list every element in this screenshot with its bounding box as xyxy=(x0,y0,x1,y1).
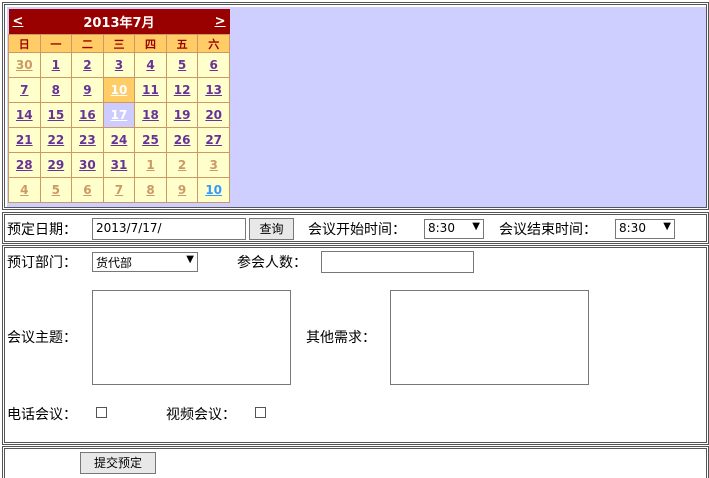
start-time-label: 会议开始时间： xyxy=(308,222,406,238)
calendar-day[interactable]: 5 xyxy=(52,183,60,197)
end-time-label: 会议结束时间： xyxy=(499,222,597,238)
calendar-day[interactable]: 25 xyxy=(142,133,159,147)
submit-panel: 提交预定 xyxy=(2,446,709,478)
calendar-day[interactable]: 28 xyxy=(16,158,33,172)
end-time-select[interactable]: 8:30 ▼ xyxy=(615,219,675,239)
calendar-day[interactable]: 9 xyxy=(83,83,91,97)
calendar-week: 14 15 16 17 18 19 20 xyxy=(8,102,230,128)
calendar-day[interactable]: 26 xyxy=(174,133,191,147)
calendar-day[interactable]: 2 xyxy=(83,58,91,72)
calendar-day[interactable]: 30 xyxy=(79,158,96,172)
calendar-day[interactable]: 22 xyxy=(47,133,64,147)
booking-time-panel: 预定日期： 2013/7/17/ 查询 会议开始时间： 8:30 ▼ 会议结束时间… xyxy=(2,212,709,244)
weekday-label: 五 xyxy=(165,34,199,53)
chevron-down-icon: ▼ xyxy=(663,221,671,232)
chevron-down-icon: ▼ xyxy=(186,254,194,265)
weekday-label: 日 xyxy=(8,34,41,53)
calendar-day[interactable]: 30 xyxy=(16,58,33,72)
calendar-day[interactable]: 7 xyxy=(20,83,28,97)
calendar-day[interactable]: 13 xyxy=(205,83,222,97)
start-time-select[interactable]: 8:30 ▼ xyxy=(424,219,484,239)
calendar-day[interactable]: 18 xyxy=(142,108,159,122)
weekday-label: 四 xyxy=(134,34,167,53)
weekday-row: 日 一 二 三 四 五 六 xyxy=(8,34,230,53)
calendar-day[interactable]: 19 xyxy=(174,108,191,122)
calendar-day[interactable]: 23 xyxy=(79,133,96,147)
calendar-day[interactable]: 12 xyxy=(174,83,191,97)
attendees-input[interactable] xyxy=(321,251,474,273)
other-needs-label: 其他需求： xyxy=(306,330,376,346)
calendar-day[interactable]: 27 xyxy=(205,133,222,147)
calendar-day[interactable]: 24 xyxy=(111,133,128,147)
next-month-link[interactable]: > xyxy=(215,14,226,29)
calendar: < 2013年7月 > 日 一 二 三 四 五 六 30 1 2 3 4 5 6… xyxy=(8,9,230,203)
topic-label: 会议主题： xyxy=(7,330,77,346)
calendar-day[interactable]: 3 xyxy=(210,158,218,172)
calendar-header: < 2013年7月 > xyxy=(8,9,230,35)
calendar-day[interactable]: 6 xyxy=(210,58,218,72)
calendar-day[interactable]: 8 xyxy=(146,183,154,197)
calendar-day-today[interactable]: 10 xyxy=(111,83,128,97)
video-conference-label: 视频会议： xyxy=(166,407,236,423)
calendar-day[interactable]: 1 xyxy=(146,158,154,172)
calendar-week: 7 8 9 10 11 12 13 xyxy=(8,77,230,103)
calendar-week: 28 29 30 31 1 2 3 xyxy=(8,152,230,178)
calendar-day[interactable]: 6 xyxy=(83,183,91,197)
calendar-title: 2013年7月 xyxy=(40,9,198,35)
calendar-panel: < 2013年7月 > 日 一 二 三 四 五 六 30 1 2 3 4 5 6… xyxy=(2,2,709,210)
phone-conference-checkbox[interactable] xyxy=(96,407,107,418)
chevron-down-icon: ▼ xyxy=(472,221,480,232)
query-button[interactable]: 查询 xyxy=(249,218,294,240)
calendar-day[interactable]: 15 xyxy=(47,108,64,122)
calendar-day[interactable]: 5 xyxy=(178,58,186,72)
weekday-label: 六 xyxy=(197,34,230,53)
phone-conference-label: 电话会议： xyxy=(7,407,77,423)
department-label: 预订部门： xyxy=(7,255,77,271)
calendar-day[interactable]: 7 xyxy=(115,183,123,197)
date-input[interactable]: 2013/7/17/ xyxy=(92,218,246,240)
calendar-day[interactable]: 1 xyxy=(52,58,60,72)
department-select[interactable]: 货代部 ▼ xyxy=(92,252,198,272)
date-label: 预定日期： xyxy=(7,222,77,238)
calendar-day[interactable]: 16 xyxy=(79,108,96,122)
video-conference-checkbox[interactable] xyxy=(255,407,266,418)
booking-form: 预订部门： 货代部 ▼ 参会人数： 会议主题： 其他需求： 电话会议： 视频会议： xyxy=(2,245,709,445)
calendar-day[interactable]: 2 xyxy=(178,158,186,172)
calendar-day[interactable]: 9 xyxy=(178,183,186,197)
weekday-label: 三 xyxy=(102,34,136,53)
attendees-label: 参会人数： xyxy=(237,255,307,271)
submit-booking-button[interactable]: 提交预定 xyxy=(80,452,156,474)
start-time-value: 8:30 xyxy=(428,221,455,235)
calendar-day[interactable]: 3 xyxy=(115,58,123,72)
calendar-day[interactable]: 20 xyxy=(205,108,222,122)
calendar-day[interactable]: 29 xyxy=(47,158,64,172)
department-value: 货代部 xyxy=(96,256,133,270)
calendar-day[interactable]: 8 xyxy=(52,83,60,97)
calendar-day[interactable]: 11 xyxy=(142,83,159,97)
calendar-day[interactable]: 10 xyxy=(205,183,222,197)
calendar-week: 21 22 23 24 25 26 27 xyxy=(8,127,230,153)
calendar-day[interactable]: 4 xyxy=(20,183,28,197)
calendar-day[interactable]: 4 xyxy=(146,58,154,72)
calendar-day[interactable]: 31 xyxy=(111,158,128,172)
other-needs-textarea[interactable] xyxy=(390,290,589,385)
prev-month-link[interactable]: < xyxy=(13,14,24,29)
calendar-day-selected[interactable]: 17 xyxy=(111,108,128,122)
topic-textarea[interactable] xyxy=(92,290,291,385)
weekday-label: 一 xyxy=(39,34,73,53)
calendar-day[interactable]: 14 xyxy=(16,108,33,122)
weekday-label: 二 xyxy=(71,34,104,53)
calendar-day[interactable]: 21 xyxy=(16,133,33,147)
calendar-week: 4 5 6 7 8 9 10 xyxy=(8,177,230,203)
end-time-value: 8:30 xyxy=(619,221,646,235)
calendar-week: 30 1 2 3 4 5 6 xyxy=(8,52,230,78)
